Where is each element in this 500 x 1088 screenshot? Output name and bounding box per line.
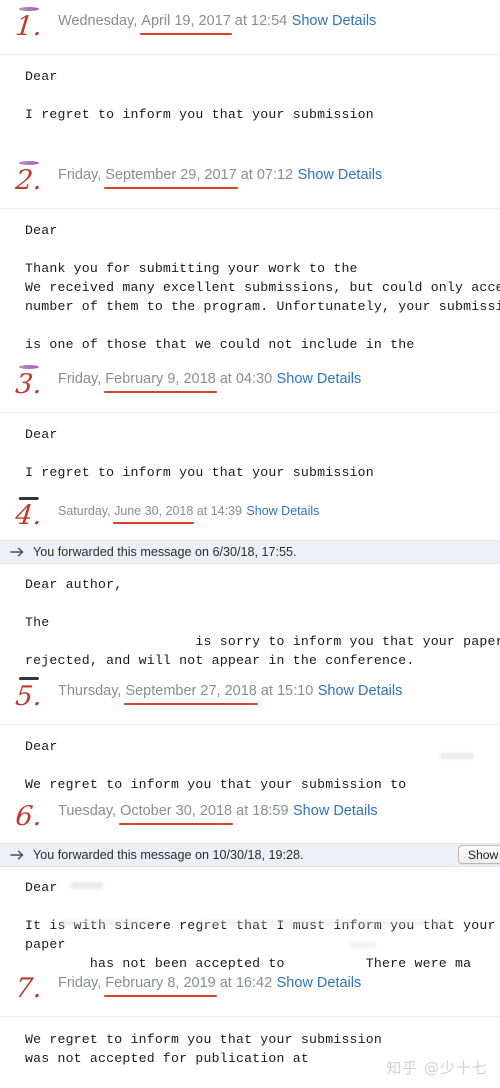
watermark: 知乎 @少十七 <box>386 1059 488 1077</box>
numeral-text: 2. <box>14 165 45 196</box>
forwarded-notice-6: You forwarded this message on 10/30/18, … <box>33 848 304 862</box>
time-text: at 16:42 <box>215 975 273 991</box>
message-header-3: 3. Friday, February 9, 2018 at 04:30 Sho… <box>0 362 500 408</box>
message-body-5: Dear We regret to inform you that your s… <box>25 739 407 792</box>
message-entry-7: 7. Friday, February 8, 2019 at 16:42 Sho… <box>0 966 500 1068</box>
message-header-7: 7. Friday, February 8, 2019 at 16:42 Sho… <box>0 966 500 1012</box>
annotation-numeral-5: 5. <box>0 674 60 720</box>
message-body-6: Dear It is with sincere regret that I mu… <box>25 880 496 971</box>
show-details-link-4[interactable]: Show Details <box>246 502 319 520</box>
message-date-1: Wednesday, April 19, 2017 at 12:54 <box>58 12 288 35</box>
message-entry-1: 1. Wednesday, April 19, 2017 at 12:54 Sh… <box>0 4 500 124</box>
show-details-link-3[interactable]: Show Details <box>277 370 362 388</box>
annotation-numeral-6: 6. <box>0 794 60 840</box>
pen-stroke-icon <box>18 677 40 680</box>
message-body-4: Dear author, The is sorry to inform you … <box>25 577 500 668</box>
numeral-text: 3. <box>14 369 45 400</box>
header-text-7: Friday, February 8, 2019 at 16:42 Show D… <box>58 966 362 997</box>
message-header-1: 1. Wednesday, April 19, 2017 at 12:54 Sh… <box>0 4 500 50</box>
time-text: at 04:30 <box>215 371 273 387</box>
weekday-text: Tuesday, <box>58 803 121 819</box>
show-details-link-6[interactable]: Show Details <box>293 802 378 820</box>
time-text: at 12:54 <box>230 13 288 29</box>
date-underlined: September 27, 2018 <box>124 683 259 705</box>
message-body-3: Dear I regret to inform you that your su… <box>25 427 374 480</box>
weekday-text: Thursday, <box>58 683 126 699</box>
message-date-2: Friday, September 29, 2017 at 07:12 <box>58 166 294 189</box>
show-details-link-7[interactable]: Show Details <box>277 974 362 992</box>
annotation-numeral-2: 2. <box>0 158 60 204</box>
header-text-1: Wednesday, April 19, 2017 at 12:54 Show … <box>58 4 377 35</box>
forwarded-banner-6: You forwarded this message on 10/30/18, … <box>0 843 500 867</box>
annotation-numeral-3: 3. <box>0 362 60 408</box>
date-underlined: April 19, 2017 <box>140 13 233 35</box>
message-header-2: 2. Friday, September 29, 2017 at 07:12 S… <box>0 158 500 204</box>
weekday-text: Friday, <box>58 371 106 387</box>
show-details-link-2[interactable]: Show Details <box>298 166 383 184</box>
annotation-numeral-1: 1. <box>0 4 60 50</box>
weekday-text: Friday, <box>58 167 106 183</box>
forwarded-banner-4: You forwarded this message on 6/30/18, 1… <box>0 540 500 564</box>
forward-arrow-icon <box>10 547 24 557</box>
message-date-3: Friday, February 9, 2018 at 04:30 <box>58 370 273 393</box>
message-date-6: Tuesday, October 30, 2018 at 18:59 <box>58 802 289 825</box>
time-text: at 15:10 <box>256 683 314 699</box>
weekday-text: Friday, <box>58 975 106 991</box>
numeral-text: 4. <box>13 500 44 531</box>
annotation-numeral-7: 7. <box>0 966 60 1012</box>
show-forwarded-button[interactable]: Show For <box>457 845 500 864</box>
weekday-text: Saturday, <box>58 504 115 518</box>
header-text-2: Friday, September 29, 2017 at 07:12 Show… <box>58 158 383 189</box>
time-text: at 07:12 <box>236 167 294 183</box>
date-underlined: September 29, 2017 <box>104 167 239 189</box>
header-text-6: Tuesday, October 30, 2018 at 18:59 Show … <box>58 794 378 825</box>
numeral-text: 1. <box>14 11 45 42</box>
header-text-5: Thursday, September 27, 2018 at 15:10 Sh… <box>58 674 403 705</box>
message-date-7: Friday, February 8, 2019 at 16:42 <box>58 974 273 997</box>
show-details-link-5[interactable]: Show Details <box>318 682 403 700</box>
annotation-numeral-4: 4. <box>0 494 60 536</box>
date-underlined: February 9, 2018 <box>104 371 218 393</box>
message-entry-4: 4. Saturday, June 30, 2018 at 14:39 Show… <box>0 494 500 670</box>
numeral-text: 5. <box>14 681 45 712</box>
date-underlined: October 30, 2018 <box>119 803 234 825</box>
forward-arrow-icon <box>10 850 24 860</box>
message-date-4: Saturday, June 30, 2018 at 14:39 <box>58 503 242 524</box>
numeral-text: 7. <box>14 973 45 1004</box>
show-details-link-1[interactable]: Show Details <box>292 12 377 30</box>
message-body-1: Dear I regret to inform you that your su… <box>25 69 374 122</box>
date-underlined: June 30, 2018 <box>113 504 195 524</box>
pen-stroke-icon <box>18 497 39 500</box>
time-text: at 14:39 <box>193 504 242 518</box>
message-entry-2: 2. Friday, September 29, 2017 at 07:12 S… <box>0 158 500 354</box>
forwarded-notice-4: You forwarded this message on 6/30/18, 1… <box>33 545 297 559</box>
header-text-3: Friday, February 9, 2018 at 04:30 Show D… <box>58 362 362 393</box>
message-header-4: 4. Saturday, June 30, 2018 at 14:39 Show… <box>0 494 500 536</box>
message-header-5: 5. Thursday, September 27, 2018 at 15:10… <box>0 674 500 720</box>
message-entry-3: 3. Friday, February 9, 2018 at 04:30 Sho… <box>0 362 500 482</box>
numeral-text: 6. <box>14 801 45 832</box>
time-text: at 18:59 <box>232 803 289 819</box>
message-body-2: Dear Thank you for submitting your work … <box>25 223 500 352</box>
message-date-5: Thursday, September 27, 2018 at 15:10 <box>58 682 314 705</box>
email-thread-screenshot: 1. Wednesday, April 19, 2017 at 12:54 Sh… <box>0 0 500 1088</box>
message-entry-5: 5. Thursday, September 27, 2018 at 15:10… <box>0 674 500 794</box>
date-underlined: February 8, 2019 <box>104 975 218 997</box>
header-text-4: Saturday, June 30, 2018 at 14:39 Show De… <box>58 494 319 524</box>
weekday-text: Wednesday, <box>58 13 142 29</box>
message-entry-6: 6. Tuesday, October 30, 2018 at 18:59 Sh… <box>0 794 500 973</box>
message-header-6: 6. Tuesday, October 30, 2018 at 18:59 Sh… <box>0 794 500 840</box>
